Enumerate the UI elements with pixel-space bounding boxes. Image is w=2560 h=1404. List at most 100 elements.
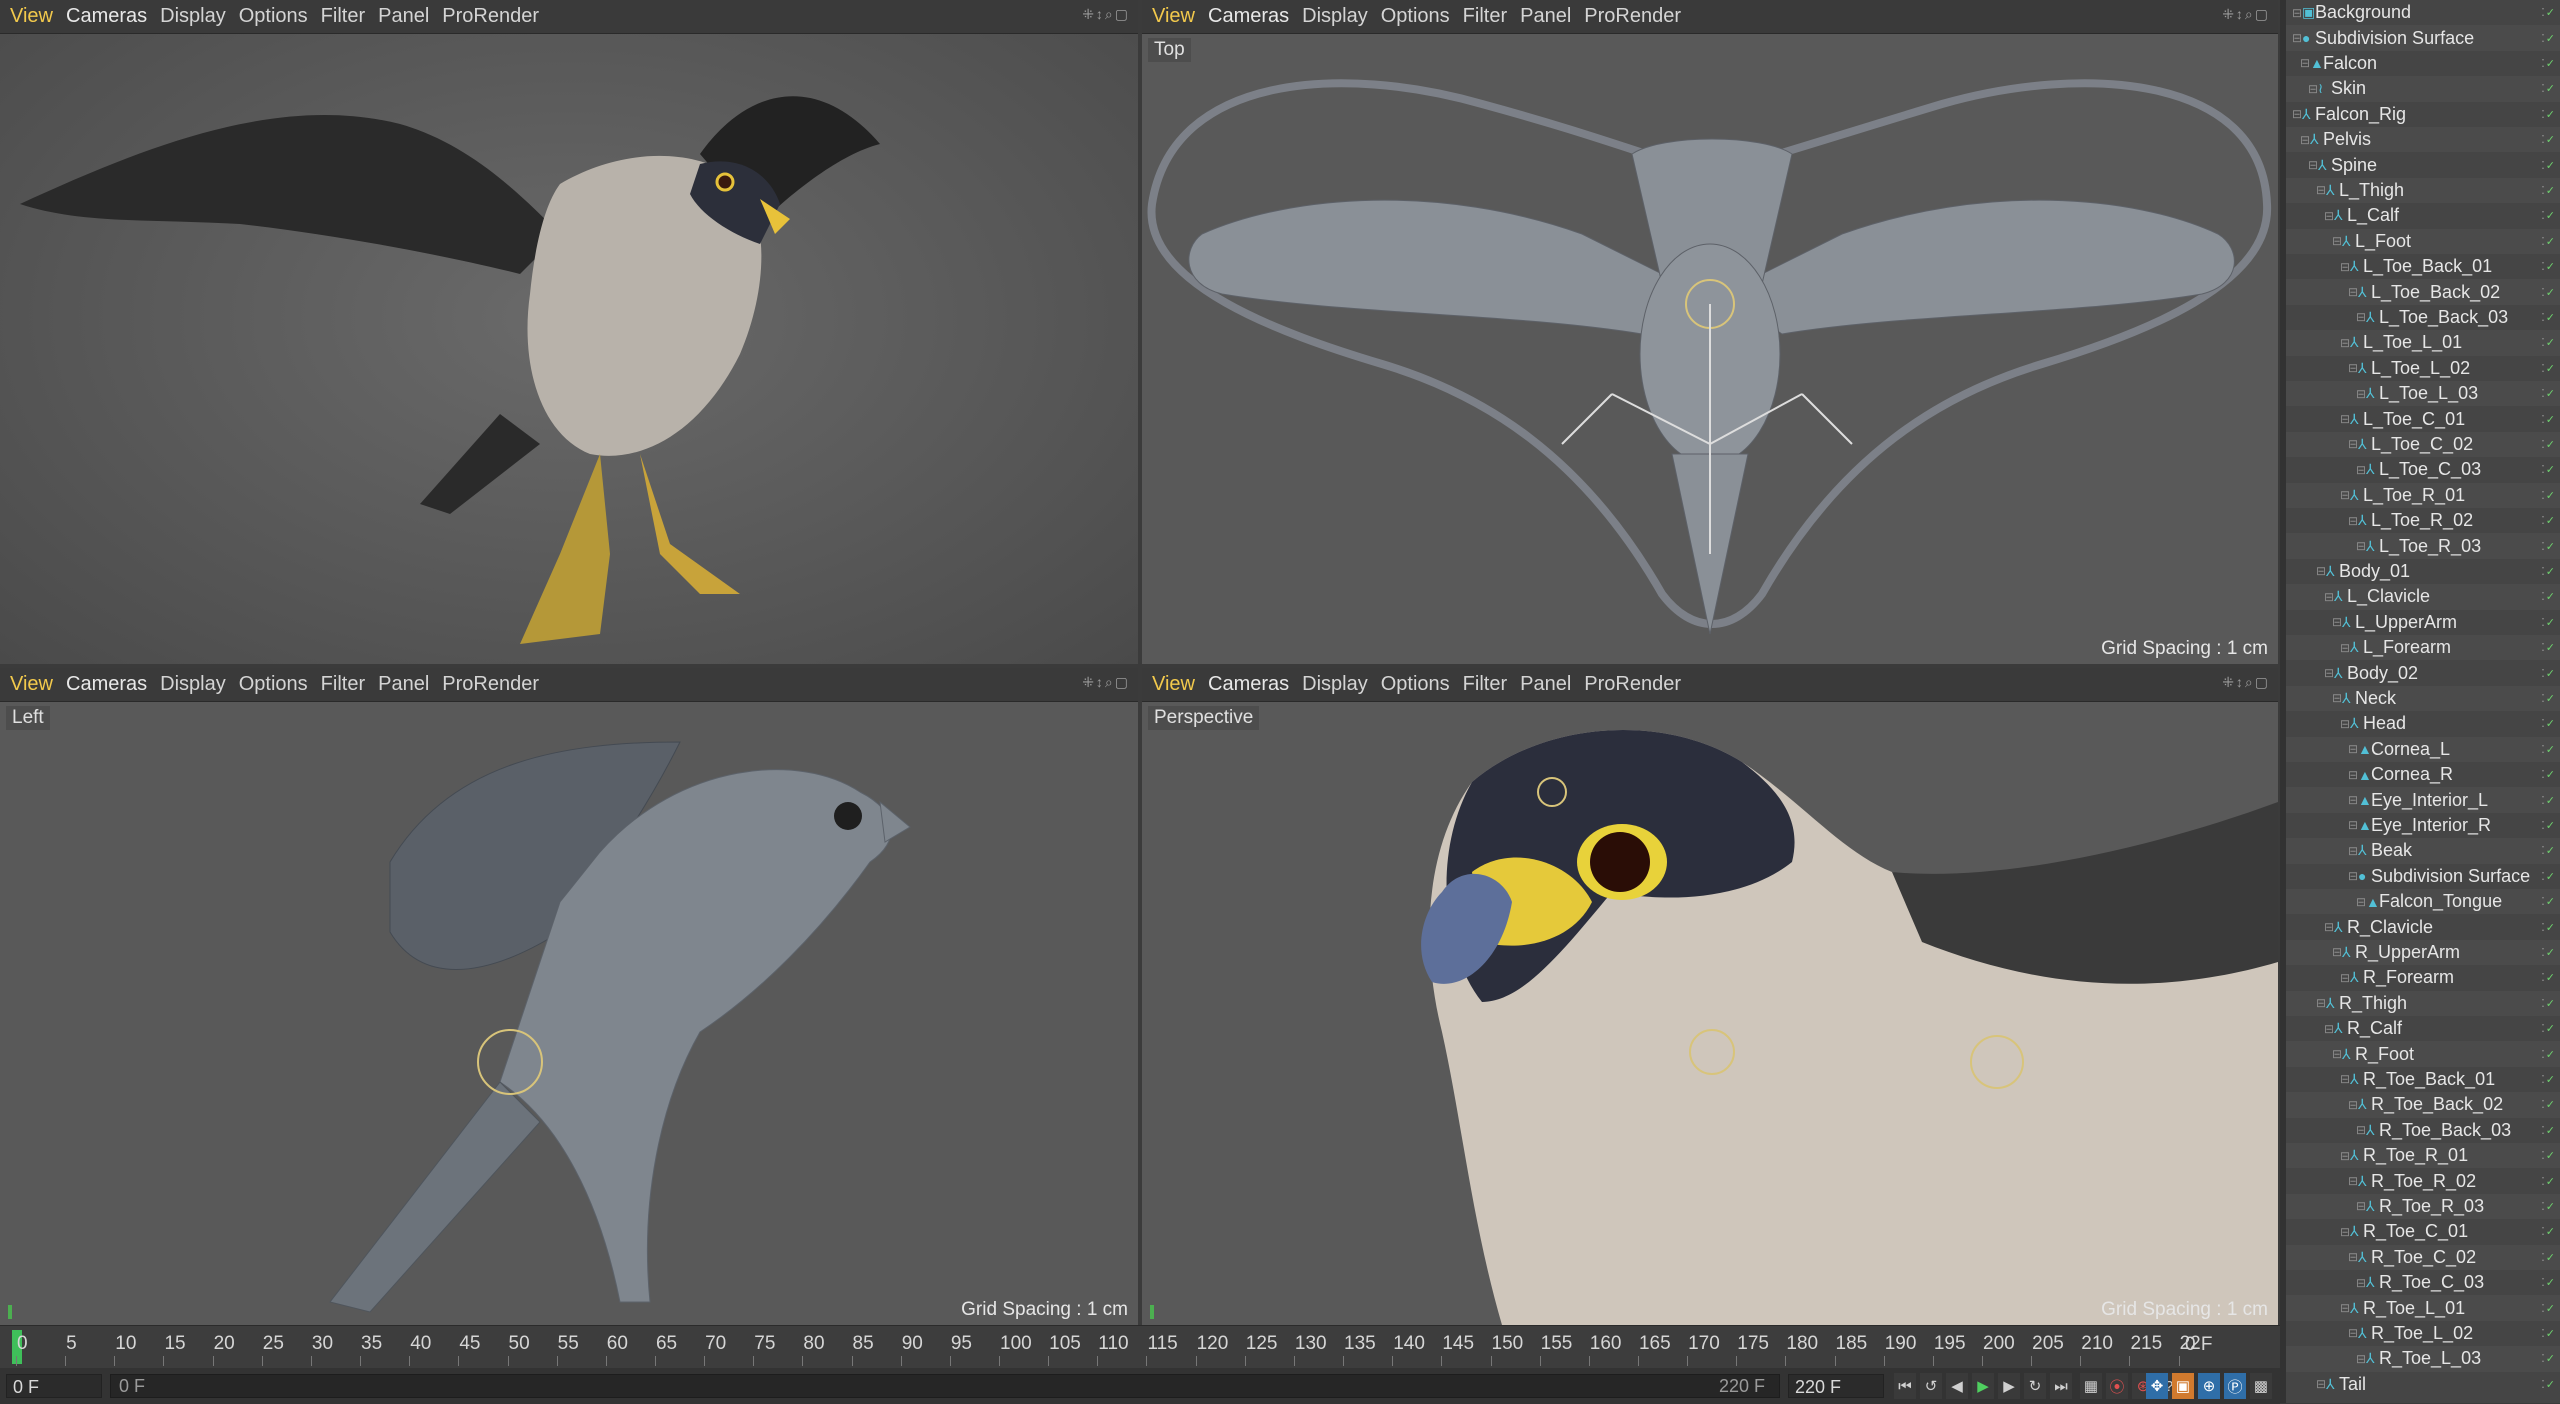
- tree-toggle-icon[interactable]: ⊟: [2300, 133, 2310, 147]
- object-row[interactable]: ⊟ ⅄ L_Toe_C_03 ⁚✓: [2286, 457, 2560, 482]
- record-icon[interactable]: ⦿: [2106, 1373, 2128, 1399]
- visibility-flags-icon[interactable]: ⁚✓: [2541, 362, 2556, 375]
- object-row[interactable]: ⊟ ⅄ R_Toe_R_02 ⁚✓: [2286, 1168, 2560, 1193]
- object-row[interactable]: ⊟ ⅄ Neck ⁚✓: [2286, 685, 2560, 712]
- object-row[interactable]: ⊟ ⅄ L_Foot ⁚✓: [2286, 228, 2560, 254]
- viewport-nav-icons[interactable]: ⁜↕⌕▢: [2222, 6, 2270, 23]
- object-row[interactable]: ⊟ ● Subdivision Surface ⁚✓: [2286, 25, 2560, 51]
- tree-toggle-icon[interactable]: ⊟: [2292, 6, 2302, 20]
- param-key-icon[interactable]: Ⓟ: [2224, 1373, 2246, 1399]
- visibility-flags-icon[interactable]: ⁚✓: [2541, 667, 2556, 680]
- viewport-canvas[interactable]: [1142, 702, 2278, 1325]
- object-row[interactable]: ⊟ ⅄ R_Foot ⁚✓: [2286, 1041, 2560, 1067]
- tree-toggle-icon[interactable]: ⊟: [2316, 1377, 2326, 1391]
- tree-toggle-icon[interactable]: ⊟: [2292, 31, 2302, 45]
- keyframe-selection-icon[interactable]: ▦: [2080, 1373, 2102, 1399]
- visibility-flags-icon[interactable]: ⁚✓: [2541, 260, 2556, 273]
- tree-toggle-icon[interactable]: ⊟: [2348, 1326, 2358, 1340]
- scale-key-icon[interactable]: ▣: [2172, 1373, 2194, 1399]
- end-frame-field[interactable]: 220 F: [1788, 1374, 1884, 1398]
- tree-toggle-icon[interactable]: ⊟: [2348, 793, 2358, 807]
- visibility-flags-icon[interactable]: ⁚✓: [2541, 1225, 2556, 1238]
- tree-toggle-icon[interactable]: ⊟: [2356, 463, 2366, 477]
- visibility-flags-icon[interactable]: ⁚✓: [2541, 235, 2556, 248]
- prev-frame-icon[interactable]: ◀: [1946, 1373, 1968, 1399]
- tree-toggle-icon[interactable]: ⊟: [2340, 641, 2350, 655]
- menu-cameras[interactable]: Cameras: [1208, 673, 1289, 696]
- visibility-flags-icon[interactable]: ⁚✓: [2541, 184, 2556, 197]
- visibility-flags-icon[interactable]: ⁚✓: [2541, 895, 2556, 908]
- tree-toggle-icon[interactable]: ⊟: [2348, 844, 2358, 858]
- tree-toggle-icon[interactable]: ⊟: [2316, 564, 2326, 578]
- object-row[interactable]: ⊟ ⅄ Pelvis ⁚✓: [2286, 127, 2560, 153]
- viewport-render[interactable]: View Cameras Display Options Filter Pane…: [0, 0, 1138, 664]
- visibility-flags-icon[interactable]: ⁚✓: [2541, 159, 2556, 172]
- visibility-flags-icon[interactable]: ⁚✓: [2541, 1073, 2556, 1086]
- viewport-nav-icons[interactable]: ⁜↕⌕▢: [2222, 674, 2270, 691]
- object-row[interactable]: ⊟ ⅄ R_Toe_Back_03 ⁚✓: [2286, 1118, 2560, 1143]
- viewport-canvas[interactable]: [0, 34, 1138, 664]
- visibility-flags-icon[interactable]: ⁚✓: [2541, 1251, 2556, 1264]
- menu-panel[interactable]: Panel: [1520, 5, 1571, 28]
- object-row[interactable]: ⊟ ⅄ Beak ⁚✓: [2286, 838, 2560, 864]
- go-to-end-icon[interactable]: ⏭: [2050, 1373, 2072, 1399]
- menu-prorender[interactable]: ProRender: [442, 5, 539, 28]
- menu-cameras[interactable]: Cameras: [1208, 5, 1289, 28]
- tree-toggle-icon[interactable]: ⊟: [2332, 945, 2342, 959]
- menu-display[interactable]: Display: [1302, 673, 1368, 696]
- object-row[interactable]: ⊟ ⅄ R_Toe_C_02 ⁚✓: [2286, 1244, 2560, 1270]
- viewport-canvas[interactable]: [0, 702, 1138, 1325]
- tree-toggle-icon[interactable]: ⊟: [2356, 310, 2366, 324]
- object-row[interactable]: ⊟ ⅄ L_Clavicle ⁚✓: [2286, 584, 2560, 610]
- visibility-flags-icon[interactable]: ⁚✓: [2541, 1022, 2556, 1035]
- menu-filter[interactable]: Filter: [321, 5, 365, 28]
- viewport-nav-icons[interactable]: ⁜↕⌕▢: [1082, 6, 1130, 23]
- object-row[interactable]: ⊟ ⅄ R_Toe_L_03 ⁚✓: [2286, 1346, 2560, 1372]
- tree-toggle-icon[interactable]: ⊟: [2324, 209, 2334, 223]
- object-row[interactable]: ⊟ ⅄ L_UpperArm ⁚✓: [2286, 610, 2560, 635]
- visibility-flags-icon[interactable]: ⁚✓: [2541, 82, 2556, 95]
- menu-filter[interactable]: Filter: [1463, 5, 1507, 28]
- menu-display[interactable]: Display: [160, 673, 226, 696]
- visibility-flags-icon[interactable]: ⁚✓: [2541, 311, 2556, 324]
- visibility-flags-icon[interactable]: ⁚✓: [2541, 108, 2556, 121]
- tree-toggle-icon[interactable]: ⊟: [2340, 1149, 2350, 1163]
- visibility-flags-icon[interactable]: ⁚✓: [2541, 286, 2556, 299]
- menu-panel[interactable]: Panel: [1520, 673, 1571, 696]
- tree-toggle-icon[interactable]: ⊟: [2316, 996, 2326, 1010]
- object-row[interactable]: ⊟ ⅄ R_Toe_L_02 ⁚✓: [2286, 1321, 2560, 1346]
- menu-view[interactable]: View: [1152, 5, 1195, 28]
- object-row[interactable]: ⊟ ▲ Falcon_Tongue ⁚✓: [2286, 889, 2560, 915]
- object-row[interactable]: ⊟ ● Subdivision Surface ⁚✓: [2286, 864, 2560, 889]
- object-row[interactable]: ⊟ ⅄ L_Calf ⁚✓: [2286, 203, 2560, 228]
- visibility-flags-icon[interactable]: ⁚✓: [2541, 57, 2556, 70]
- object-row[interactable]: ⊟ ▲ Cornea_L ⁚✓: [2286, 736, 2560, 762]
- viewport-left[interactable]: View Cameras Display Options Filter Pane…: [0, 668, 1138, 1325]
- object-row[interactable]: ⊟ ⅄ L_Toe_L_01 ⁚✓: [2286, 330, 2560, 356]
- visibility-flags-icon[interactable]: ⁚✓: [2541, 1378, 2556, 1391]
- visibility-flags-icon[interactable]: ⁚✓: [2541, 1124, 2556, 1137]
- tree-toggle-icon[interactable]: ⊟: [2348, 768, 2358, 782]
- visibility-flags-icon[interactable]: ⁚✓: [2541, 6, 2556, 19]
- object-row[interactable]: ⊟ ▲ Eye_Interior_L ⁚✓: [2286, 787, 2560, 813]
- object-row[interactable]: ⊟ ⅄ R_Toe_Back_01 ⁚✓: [2286, 1067, 2560, 1092]
- tree-toggle-icon[interactable]: ⊟: [2348, 1250, 2358, 1264]
- tree-toggle-icon[interactable]: ⊟: [2324, 1022, 2334, 1036]
- next-frame-icon[interactable]: ▶: [1998, 1373, 2020, 1399]
- viewport-canvas[interactable]: [1142, 34, 2278, 664]
- rotate-key-icon[interactable]: ⊕: [2198, 1373, 2220, 1399]
- current-frame-field[interactable]: 0 F: [6, 1374, 102, 1398]
- visibility-flags-icon[interactable]: ⁚✓: [2541, 946, 2556, 959]
- object-row[interactable]: ⊟ ⅄ L_Toe_C_01 ⁚✓: [2286, 406, 2560, 431]
- object-row[interactable]: ⊟ ⅄ Head ⁚✓: [2286, 711, 2560, 736]
- visibility-flags-icon[interactable]: ⁚✓: [2541, 768, 2556, 781]
- visibility-flags-icon[interactable]: ⁚✓: [2541, 921, 2556, 934]
- object-row[interactable]: ⊟ ⅄ Tail ⁚✓: [2286, 1372, 2560, 1397]
- menu-prorender[interactable]: ProRender: [442, 673, 539, 696]
- menu-display[interactable]: Display: [1302, 5, 1368, 28]
- tree-toggle-icon[interactable]: ⊟: [2316, 183, 2326, 197]
- visibility-flags-icon[interactable]: ⁚✓: [2541, 971, 2556, 984]
- move-key-icon[interactable]: ✥: [2146, 1373, 2168, 1399]
- tree-toggle-icon[interactable]: ⊟: [2348, 1098, 2358, 1112]
- object-row[interactable]: ⊟ ⅄ R_UpperArm ⁚✓: [2286, 939, 2560, 966]
